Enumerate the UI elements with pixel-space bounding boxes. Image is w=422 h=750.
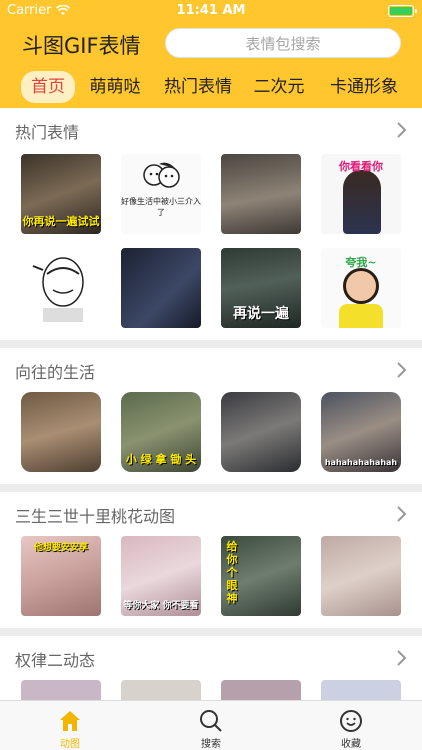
gif-thumbnail[interactable]: 好像生活中被小三介入了	[121, 154, 201, 234]
gif-thumbnail[interactable]: 你看看你	[321, 154, 401, 234]
cartoon-faces-icon	[143, 162, 180, 188]
gif-thumbnail[interactable]: 等你大家 你不要看	[121, 536, 201, 616]
tab-gifs[interactable]: 动图	[30, 701, 110, 750]
tab-label: 动图	[60, 739, 80, 750]
gif-caption: 夸我~	[345, 256, 377, 269]
status-time: 11:41 AM	[176, 3, 246, 18]
gif-caption: 等你大家 你不要看	[123, 601, 199, 611]
gif-caption: hahahahahahah	[324, 458, 398, 467]
gif-thumbnail[interactable]	[21, 392, 101, 472]
tab-search[interactable]: 搜索	[171, 701, 251, 750]
gif-thumbnail[interactable]: 他想要安安享	[21, 536, 101, 616]
gif-thumbnail[interactable]	[221, 154, 301, 234]
app-header: Carrier 11:41 AM 斗图GIF表情 表情包搜索 首页 萌萌哒 热门…	[0, 0, 422, 108]
gif-thumbnail[interactable]: 给你个眼神	[221, 536, 301, 616]
gif-thumbnail[interactable]	[121, 680, 201, 700]
gif-caption: 你再说一遍试试	[22, 215, 100, 228]
gif-thumbnail[interactable]	[21, 680, 101, 700]
tab-anime[interactable]: 二次元	[250, 71, 308, 103]
meme-face-icon	[32, 257, 84, 322]
person-figure	[343, 170, 381, 234]
chevron-right-icon	[397, 506, 407, 522]
chevron-right-icon	[397, 650, 407, 666]
search-input[interactable]: 表情包搜索	[165, 28, 401, 58]
search-icon	[200, 710, 222, 732]
content-scroll[interactable]: 热门表情 你再说一遍试试 好像生活中被小三介入了 你看看你 再说一遍 夸我~ 向…	[0, 108, 422, 700]
section-title: 三生三世十里桃花动图	[15, 507, 176, 526]
tab-label: 搜索	[201, 739, 221, 750]
gif-caption: 你看看你	[339, 160, 383, 173]
section-peach-blossom: 三生三世十里桃花动图 他想要安安享 等你大家 你不要看 给你个眼神	[0, 492, 422, 628]
section-header[interactable]: 向往的生活	[0, 348, 422, 392]
section-kwon-yul: 权律二动态	[0, 636, 422, 700]
gif-thumbnail[interactable]	[21, 248, 101, 328]
chevron-right-icon	[397, 362, 407, 378]
favorites-icon	[340, 710, 362, 732]
gif-thumbnail[interactable]	[221, 680, 301, 700]
status-bar: Carrier 11:41 AM	[0, 0, 422, 22]
tab-home[interactable]: 首页	[21, 71, 75, 103]
section-title: 热门表情	[15, 123, 80, 142]
gif-caption: 他想要安安享	[33, 543, 88, 553]
child-face	[343, 268, 379, 304]
bottom-tab-bar: 动图 搜索 收藏	[0, 700, 422, 750]
gif-thumbnail[interactable]	[221, 392, 301, 472]
gif-thumbnail[interactable]	[121, 248, 201, 328]
battery-icon	[388, 5, 417, 17]
gif-caption: 给你个眼神	[226, 540, 238, 605]
gif-thumbnail[interactable]	[321, 680, 401, 700]
home-icon	[60, 711, 80, 731]
section-title: 向往的生活	[15, 363, 96, 382]
child-shirt	[339, 304, 383, 328]
gif-caption: 再说一遍	[233, 306, 289, 322]
tab-hot-emojis[interactable]: 热门表情	[160, 71, 236, 103]
tab-cartoon[interactable]: 卡通形象	[326, 71, 402, 103]
tab-label: 收藏	[341, 739, 361, 750]
category-tabs: 首页 萌萌哒 热门表情 二次元 卡通形象	[0, 71, 422, 103]
gif-caption: 好像生活中被小三介入了	[121, 197, 201, 217]
chevron-right-icon	[397, 122, 407, 138]
gif-thumbnail[interactable]: 夸我~	[321, 248, 401, 328]
section-longing-life: 向往的生活 小 绿 拿 锄 头 hahahahahahah	[0, 348, 422, 484]
gif-thumbnail[interactable]: 你再说一遍试试	[21, 154, 101, 234]
gif-thumbnail[interactable]	[321, 536, 401, 616]
gif-thumbnail[interactable]: 再说一遍	[221, 248, 301, 328]
section-header[interactable]: 权律二动态	[0, 636, 422, 680]
gif-thumbnail[interactable]: 小 绿 拿 锄 头	[121, 392, 201, 472]
section-header[interactable]: 三生三世十里桃花动图	[0, 492, 422, 536]
section-title: 权律二动态	[15, 651, 96, 670]
tab-cute[interactable]: 萌萌哒	[87, 71, 143, 103]
gif-caption: 小 绿 拿 锄 头	[125, 453, 197, 466]
app-title: 斗图GIF表情	[22, 34, 141, 58]
gif-thumbnail[interactable]: hahahahahahah	[321, 392, 401, 472]
tab-favorites[interactable]: 收藏	[311, 701, 391, 750]
section-header[interactable]: 热门表情	[0, 108, 422, 152]
section-hot-emojis: 热门表情 你再说一遍试试 好像生活中被小三介入了 你看看你 再说一遍 夸我~	[0, 108, 422, 340]
